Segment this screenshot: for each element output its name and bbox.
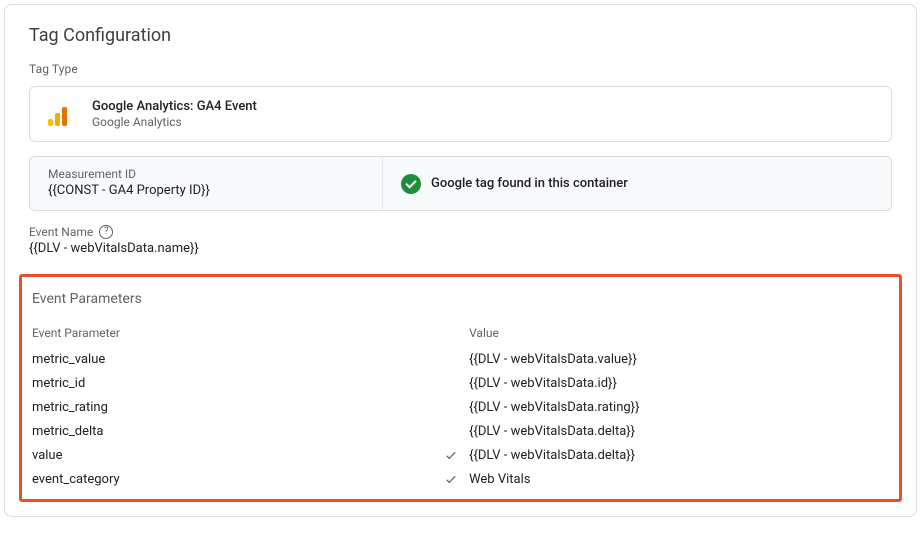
- event-name-value: {{DLV - webVitalsData.name}}: [29, 241, 892, 256]
- google-tag-status: Google tag found in this container: [383, 157, 891, 210]
- measurement-id-label: Measurement ID: [48, 167, 364, 181]
- checkmark-icon: [433, 472, 469, 486]
- measurement-card: Measurement ID {{CONST - GA4 Property ID…: [29, 156, 892, 211]
- tag-type-label: Tag Type: [5, 58, 916, 82]
- event-parameter-name: metric_id: [32, 376, 433, 391]
- event-parameter-value: {{DLV - webVitalsData.delta}}: [469, 424, 889, 439]
- event-parameter-row: metric_value {{DLV - webVitalsData.value}…: [32, 347, 889, 371]
- event-parameter-row: event_category Web Vitals: [32, 467, 889, 491]
- tag-type-card[interactable]: Google Analytics: GA4 Event Google Analy…: [29, 86, 892, 142]
- check-circle-icon: [401, 174, 421, 194]
- event-parameter-row: metric_rating {{DLV - webVitalsData.ratin…: [32, 395, 889, 419]
- event-parameter-value: Web Vitals: [469, 472, 889, 487]
- tag-type-vendor: Google Analytics: [92, 115, 257, 129]
- event-name-label: Event Name: [29, 225, 93, 239]
- analytics-icon: [48, 100, 76, 128]
- tag-configuration-panel: Tag Configuration Tag Type Google Analyt…: [4, 4, 917, 517]
- event-parameter-row: metric_id {{DLV - webVitalsData.id}}: [32, 371, 889, 395]
- event-parameter-value: {{DLV - webVitalsData.id}}: [469, 376, 889, 391]
- panel-title: Tag Configuration: [5, 25, 916, 58]
- help-icon[interactable]: ?: [99, 225, 113, 239]
- event-parameter-row: value {{DLV - webVitalsData.delta}}: [32, 443, 889, 467]
- event-parameters-rows: metric_value {{DLV - webVitalsData.value}…: [32, 347, 889, 491]
- status-text: Google tag found in this container: [431, 176, 628, 191]
- tag-type-texts: Google Analytics: GA4 Event Google Analy…: [92, 99, 257, 129]
- checkmark-icon: [433, 448, 469, 462]
- event-parameter-value: {{DLV - webVitalsData.value}}: [469, 352, 889, 367]
- event-parameter-value: {{DLV - webVitalsData.delta}}: [469, 448, 889, 463]
- header-event-parameter: Event Parameter: [32, 326, 120, 340]
- event-parameter-name: metric_value: [32, 352, 433, 367]
- event-parameter-value: {{DLV - webVitalsData.rating}}: [469, 400, 889, 415]
- event-parameter-name: metric_delta: [32, 424, 433, 439]
- event-parameter-name: event_category: [32, 472, 433, 487]
- event-parameter-row: metric_delta {{DLV - webVitalsData.delta}…: [32, 419, 889, 443]
- measurement-id-value: {{CONST - GA4 Property ID}}: [48, 183, 364, 198]
- event-parameters-box: Event Parameters Event Parameter Value m…: [19, 274, 902, 502]
- event-parameters-title: Event Parameters: [32, 289, 889, 307]
- event-parameter-name: metric_rating: [32, 400, 433, 415]
- event-parameters-header: Event Parameter Value: [32, 325, 889, 341]
- event-name-block: Event Name ? {{DLV - webVitalsData.name}…: [5, 225, 916, 274]
- header-value: Value: [469, 326, 499, 340]
- tag-type-name: Google Analytics: GA4 Event: [92, 99, 257, 114]
- event-parameter-name: value: [32, 448, 433, 463]
- measurement-id-block: Measurement ID {{CONST - GA4 Property ID…: [30, 157, 383, 210]
